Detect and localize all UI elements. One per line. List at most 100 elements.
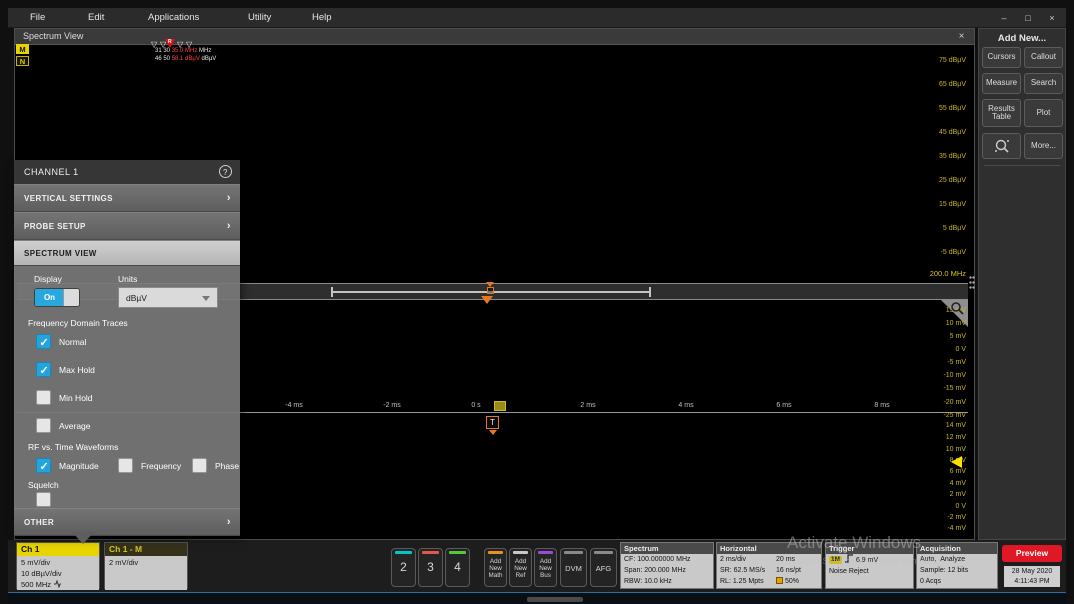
normal-label: Normal [59,337,86,347]
dvm-button[interactable]: DVM [560,548,587,587]
scrollbar-handle[interactable] [527,597,583,602]
spectrum-y-label: -5 dBµV [941,249,966,256]
minimize-icon[interactable]: – [994,11,1014,25]
chevron-right-icon: › [227,509,231,536]
add-new-math-button[interactable]: Add New Math [484,548,507,587]
min-hold-checkbox[interactable] [36,390,51,405]
callout-button[interactable]: Callout [1024,47,1063,68]
slider-right-bracket[interactable] [649,287,651,297]
help-icon[interactable]: ? [219,165,232,178]
sidebar-divider [984,165,1060,166]
spectrum-frequency-label: 200.0 MHz [930,269,966,278]
channel2-button[interactable]: 2 [391,548,416,587]
spectrum-time-marker[interactable] [486,282,495,294]
spectrum-window-titlebar[interactable]: Spectrum View × [15,29,974,45]
cursors-button[interactable]: Cursors [982,47,1021,68]
average-checkbox[interactable] [36,418,51,433]
spectrum-y-label: 45 dBµV [939,129,966,136]
chevron-right-icon: › [227,213,231,240]
ch1-y-label: -2 mV [947,514,966,521]
toggle-knob [63,289,79,306]
magnitude-checkbox[interactable] [36,458,51,473]
reference-marker-icon[interactable]: R [165,39,176,49]
menu-help[interactable]: Help [312,12,332,23]
spectrum-cf: CF: 100.000000 MHz [621,554,713,565]
sidebar-title: Add New... [979,33,1065,44]
min-hold-label: Min Hold [59,393,93,403]
activate-windows-watermark-sub: Go to Settings to activate Windows [798,556,938,566]
display-toggle[interactable]: On [34,288,80,307]
expansion-point-box[interactable] [494,401,506,411]
channel3-button[interactable]: 3 [418,548,443,587]
measure-button[interactable]: Measure [982,73,1021,94]
add-new-sidebar: Add New... Cursors Callout Measure Searc… [978,28,1066,540]
frequency-checkbox[interactable] [118,458,133,473]
channel1-badge[interactable]: Ch 1 5 mV/div 10 dBµV/div 500 MHz [16,542,100,589]
spectrum-rbw: RBW: 10.0 kHz [621,576,713,587]
units-dropdown[interactable]: dBµV [118,287,218,308]
spectrum-y-label: 35 dBµV [939,153,966,160]
time-label: 4 ms [672,402,700,409]
spectrum-view-row[interactable]: SPECTRUM VIEW [14,240,240,266]
add-new-bus-button[interactable]: Add New Bus [534,548,557,587]
bottom-scrollbar-strip [8,592,1066,604]
channel1m-badge-body: 2 mV/div [105,556,187,590]
afg-stripe [594,551,613,554]
more-button[interactable]: More... [1024,133,1063,159]
spectrum-span: Span: 200.000 MHz [621,565,713,576]
menu-file[interactable]: File [30,12,45,23]
afg-button[interactable]: AFG [590,548,617,587]
ch1-y-label: 6 mV [950,468,966,475]
magnifier-gear-icon [994,138,1010,154]
channel4-button[interactable]: 4 [445,548,470,587]
max-hold-trace-badge[interactable]: M [16,44,29,54]
zoom-tool-button[interactable] [982,133,1021,159]
menu-edit[interactable]: Edit [88,12,104,23]
units-value: dBµV [126,293,147,303]
bandwidth-icon [53,580,62,588]
vertical-settings-row[interactable]: VERTICAL SETTINGS › [14,184,240,212]
channel1-badge-title: Ch 1 [17,543,99,556]
channel1-magnitude-badge[interactable]: Ch 1 - M 2 mV/div [104,542,188,589]
spectrum-y-label: 25 dBµV [939,177,966,184]
normal-checkbox[interactable] [36,334,51,349]
menu-applications[interactable]: Applications [148,12,199,23]
plot-button[interactable]: Plot [1024,99,1063,127]
vertical-settings-label: VERTICAL SETTINGS [24,194,113,203]
add-new-ref-button[interactable]: Add New Ref [509,548,532,587]
menu-utility[interactable]: Utility [248,12,271,23]
toggle-on-segment: On [35,289,64,306]
trigger-position-flag[interactable]: T [486,416,499,429]
maximize-icon[interactable]: □ [1018,11,1038,25]
slider-left-bracket[interactable] [331,287,333,297]
other-row[interactable]: OTHER › [14,508,240,536]
search-button[interactable]: Search [1024,73,1063,94]
spectrum-y-label: 75 dBµV [939,57,966,64]
close-icon[interactable]: × [1042,11,1062,25]
time-label: -2 ms [378,402,406,409]
acquisition-badge-title: Acquisition [917,543,997,554]
trigger-mode: Noise Reject [826,566,913,577]
spectrum-badge[interactable]: Spectrum CF: 100.000000 MHz Span: 200.00… [620,542,714,589]
phase-checkbox[interactable] [192,458,207,473]
magnitude-label: Magnitude [59,461,99,471]
squelch-label: Squelch [28,480,59,490]
probe-setup-row[interactable]: PROBE SETUP › [14,212,240,240]
marker-readout-amplitude: 46 50 58.1 dBµV dBµV [155,56,216,62]
rf-y-label: -25 mV [943,412,966,419]
display-label: Display [34,274,62,284]
window-grip-handle[interactable] [969,275,975,291]
average-label: Average [59,421,91,431]
results-table-button[interactable]: Results Table [982,99,1021,127]
channel3-color-stripe [422,551,439,554]
spectrum-y-label: 15 dBµV [939,201,966,208]
phase-label: Phase [215,461,239,471]
spectrum-window-close-icon[interactable]: × [955,30,968,43]
max-hold-checkbox[interactable] [36,362,51,377]
trigger-level-arrow[interactable] [951,456,962,468]
channel1m-badge-title: Ch 1 - M [105,543,187,556]
squelch-checkbox[interactable] [36,492,51,507]
spectrum-window-title: Spectrum View [23,31,83,41]
preview-button[interactable]: Preview [1002,545,1062,562]
normal-trace-badge[interactable]: N [16,56,29,66]
